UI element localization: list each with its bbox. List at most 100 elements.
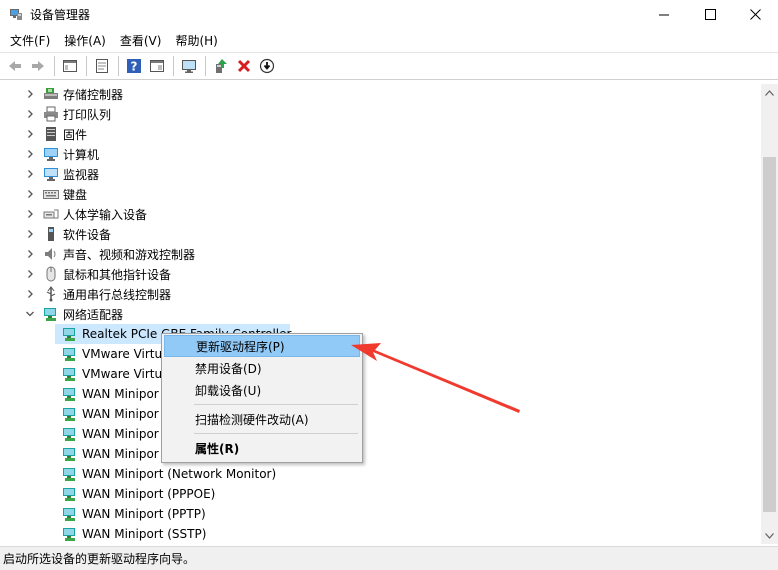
chevron-down-icon [765,532,774,539]
context-separator [194,404,358,405]
tree-device[interactable]: WAN Minipor [55,384,159,404]
properties-button[interactable] [91,55,113,77]
chevron-right-icon[interactable] [24,108,36,120]
tree-device[interactable]: WAN Miniport (PPTP) [55,504,206,524]
printer-icon [43,106,59,122]
view-button[interactable] [146,55,168,77]
chevron-right-icon[interactable] [24,228,36,240]
context-item-label: 禁用设备(D) [195,361,262,376]
tree-category-label: 通用串行总线控制器 [63,287,172,302]
remove-icon [237,59,251,73]
scan-hardware-button[interactable] [178,55,200,77]
menu-action[interactable]: 操作(A) [58,30,112,51]
uninstall-toolbar-button[interactable] [233,55,255,77]
scroll-down-button[interactable] [761,527,778,544]
tree-category[interactable]: 网络适配器 [24,304,123,324]
help-button[interactable]: ? [123,55,145,77]
back-button[interactable] [4,55,26,77]
toolbar-separator [86,56,87,76]
network-icon [62,486,78,502]
update-driver-toolbar-button[interactable] [210,55,232,77]
toolbar-separator [54,56,55,76]
context-disable-device[interactable]: 禁用设备(D) [164,357,360,379]
tree-device-label: WAN Miniport (PPPOE) [82,487,216,501]
chevron-right-icon[interactable] [24,188,36,200]
svg-text:?: ? [131,60,138,74]
show-hide-tree-button[interactable] [59,55,81,77]
tree-device-label: WAN Minipor [82,427,159,441]
network-icon [62,426,78,442]
tree-category[interactable]: 打印队列 [24,104,111,124]
menu-file[interactable]: 文件(F) [4,30,56,51]
tree-category[interactable]: 软件设备 [24,224,111,244]
monitor-icon [182,60,196,73]
close-icon [749,8,761,20]
context-update-driver[interactable]: 更新驱动程序(P) [164,335,360,357]
tree-device[interactable]: VMware Virtu [55,364,162,384]
network-icon [62,386,78,402]
tree-category[interactable]: 声音、视频和游戏控制器 [24,244,195,264]
view-icon [150,60,164,72]
tree-device[interactable]: WAN Miniport (SSTP) [55,524,206,544]
chevron-right-icon[interactable] [24,208,36,220]
firmware-icon [43,126,59,142]
menu-help[interactable]: 帮助(H) [169,30,223,51]
title-bar: 设备管理器 [0,0,778,28]
tree-device[interactable]: WAN Minipor [55,444,159,464]
chevron-right-icon[interactable] [24,268,36,280]
network-icon [43,306,59,322]
chevron-right-icon[interactable] [24,148,36,160]
disable-toolbar-button[interactable] [256,55,278,77]
scroll-thumb[interactable] [763,157,776,512]
tree-category[interactable]: 监视器 [24,164,99,184]
chevron-right-icon[interactable] [24,288,36,300]
window-title: 设备管理器 [30,8,91,22]
tree-device-label: WAN Miniport (SSTP) [82,527,207,541]
tree-device[interactable]: WAN Miniport (PPPOE) [55,484,215,504]
close-button[interactable] [732,0,778,28]
tree-device-label: VMware Virtu [82,367,163,381]
tree-category[interactable]: 键盘 [24,184,87,204]
tree-device-label: WAN Minipor [82,447,159,461]
network-icon [62,366,78,382]
help-icon: ? [127,59,141,74]
tree-device[interactable]: WAN Minipor [55,404,159,424]
minimize-button[interactable] [641,0,687,28]
chevron-right-icon[interactable] [24,248,36,260]
chevron-right-icon[interactable] [24,168,36,180]
tree-category[interactable]: 鼠标和其他指针设备 [24,264,171,284]
tree-device[interactable]: VMware Virtu [55,344,162,364]
context-separator [194,433,358,434]
tree-device-label: WAN Minipor [82,387,159,401]
vertical-scrollbar[interactable] [761,84,778,544]
status-bar: 启动所选设备的更新驱动程序向导。 [0,546,778,570]
context-item-label: 更新驱动程序(P) [196,339,285,354]
forward-button[interactable] [27,55,49,77]
context-properties[interactable]: 属性(R) [164,437,360,459]
hid-icon [43,206,59,222]
status-text: 启动所选设备的更新驱动程序向导。 [3,552,196,566]
context-scan-hardware[interactable]: 扫描检测硬件改动(A) [164,408,360,430]
network-icon [62,346,78,362]
menu-bar: 文件(F) 操作(A) 查看(V) 帮助(H) [0,29,778,51]
maximize-button[interactable] [687,0,733,28]
scroll-up-button[interactable] [761,84,778,101]
tree-category-label: 监视器 [63,167,100,182]
chevron-right-icon[interactable] [24,128,36,140]
tree-category-label: 声音、视频和游戏控制器 [63,247,196,262]
storage-icon [43,86,59,102]
chevron-right-icon[interactable] [24,88,36,100]
menu-view[interactable]: 查看(V) [114,30,168,51]
tree-category[interactable]: 通用串行总线控制器 [24,284,171,304]
download-icon [259,58,275,74]
refresh-icon [96,59,108,73]
context-uninstall-device[interactable]: 卸载设备(U) [164,379,360,401]
tree-category[interactable]: 计算机 [24,144,99,164]
tree-device[interactable]: WAN Minipor [55,424,159,444]
chevron-down-icon[interactable] [24,308,36,320]
tree-category[interactable]: 固件 [24,124,87,144]
tree-device[interactable]: WAN Miniport (Network Monitor) [55,464,276,484]
minimize-icon [658,14,669,15]
tree-category[interactable]: 存储控制器 [24,84,123,104]
tree-category[interactable]: 人体学输入设备 [24,204,147,224]
